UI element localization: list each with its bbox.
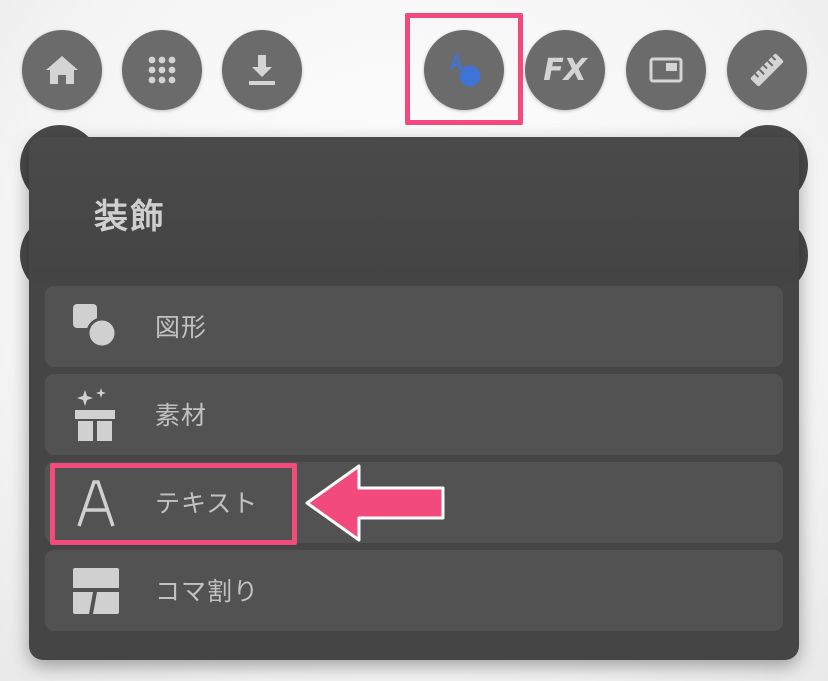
frame-icon: [649, 57, 683, 83]
fx-icon: FX: [543, 52, 587, 88]
download-button[interactable]: [222, 30, 302, 110]
panel-split-icon: [73, 568, 119, 614]
home-button[interactable]: [22, 30, 102, 110]
menu-item-label: 図形: [155, 313, 208, 342]
decoration-panel: 装飾 図形 素材 テキスト コマ割り: [29, 137, 799, 660]
ruler-button[interactable]: [727, 30, 807, 110]
menu-item-shapes[interactable]: 図形: [45, 286, 783, 367]
decoration-highlight-box: [405, 13, 523, 125]
text-item-highlight-box: [50, 463, 297, 545]
shape-icon: [73, 304, 118, 349]
menu-grid-button[interactable]: [122, 30, 202, 110]
panel-header: 装飾: [29, 137, 799, 282]
pointer-arrow-icon: [305, 464, 445, 542]
frame-button[interactable]: [626, 30, 706, 110]
download-icon: [249, 55, 275, 85]
menu-item-label: 素材: [155, 401, 208, 430]
ruler-icon: [750, 53, 784, 87]
menu-item-label: コマ割り: [155, 577, 260, 606]
fx-button[interactable]: FX: [525, 30, 605, 110]
panel-title: 装飾: [94, 197, 166, 237]
menu-item-materials[interactable]: 素材: [45, 374, 783, 455]
material-gift-icon: [75, 388, 115, 441]
grid-icon: [148, 56, 176, 84]
menu-item-panel-split[interactable]: コマ割り: [45, 550, 783, 631]
home-icon: [46, 56, 78, 84]
